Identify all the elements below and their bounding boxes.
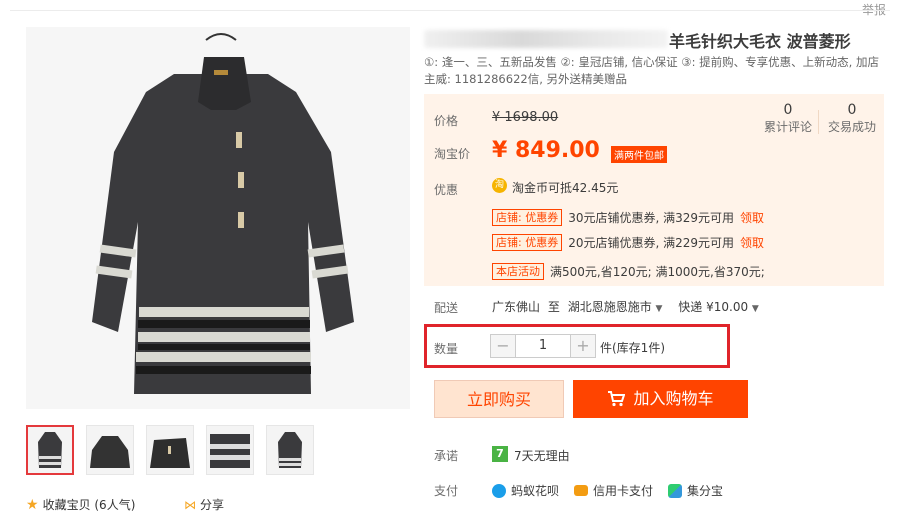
payment-method-label: 信用卡支付 (593, 484, 654, 498)
jifenbao-icon (668, 483, 682, 498)
store-event-row: 本店活动 满500元,省120元; 满1000元,省370元; (492, 263, 765, 280)
ship-to-select[interactable]: 湖北恩施恩施市 ▼ (568, 300, 663, 314)
sales-count[interactable]: 0 交易成功 (822, 102, 882, 135)
thumbnail-1[interactable] (26, 425, 74, 475)
coin-offset-text: 淘金币可抵42.45元 (512, 181, 619, 195)
favorite-button[interactable]: ★ 收藏宝贝 (6人气) (26, 496, 135, 513)
quantity-label: 数量 (434, 342, 459, 356)
share-button[interactable]: ⋈ 分享 (184, 496, 224, 513)
product-subtitle: ①: 逢一、三、五新品发售 ②: 皇冠店铺, 信心保证 ③: 提前购、专享优惠、… (424, 55, 879, 86)
main-product-image[interactable] (26, 27, 410, 409)
coupon-text: 20元店铺优惠券, 满229元可用 (568, 236, 735, 250)
credit-card-icon (574, 485, 588, 496)
coupon-text: 30元店铺优惠券, 满329元可用 (568, 211, 735, 225)
payment-method-label: 集分宝 (687, 484, 724, 498)
claim-coupon-link[interactable]: 领取 (740, 234, 764, 251)
favorite-label: 收藏宝贝 (6人气) (42, 498, 136, 512)
thumbnail-5[interactable] (266, 425, 314, 475)
caret-down-icon: ▼ (751, 304, 759, 314)
quantity-stepper: − 1 + (490, 334, 596, 358)
ship-from: 广东佛山 (492, 300, 541, 314)
review-count[interactable]: 0 累计评论 (758, 102, 818, 135)
add-to-cart-button[interactable]: 加入购物车 (573, 380, 748, 418)
review-count-value: 0 (783, 102, 793, 118)
shipping-badge: 满两件包邮 (611, 146, 667, 163)
coupon-row-1: 店铺: 优惠券 30元店铺优惠券, 满329元可用 领取 (492, 209, 764, 226)
huabei-icon (492, 483, 506, 498)
store-event-tag: 本店活动 (492, 263, 544, 280)
divider (10, 10, 890, 11)
thumbnail-2[interactable] (86, 425, 134, 475)
promise-label: 承诺 (434, 449, 459, 463)
share-icon: ⋈ (184, 497, 196, 512)
share-label: 分享 (200, 498, 225, 512)
store-event-text: 满500元,省120元; 满1000元,省370元; (550, 265, 765, 279)
caret-down-icon: ▼ (655, 304, 663, 314)
thumbnail-4[interactable] (206, 425, 254, 475)
ship-to-value: 湖北恩施恩施市 (567, 300, 652, 314)
decrease-button[interactable]: − (491, 335, 515, 357)
quantity-input[interactable]: 1 (515, 335, 571, 357)
payment-huabei[interactable]: 蚂蚁花呗 (492, 482, 559, 499)
increase-button[interactable]: + (571, 335, 595, 357)
sales-count-label: 交易成功 (827, 120, 876, 134)
payment-label: 支付 (434, 484, 459, 498)
coupon-tag: 店铺: 优惠券 (492, 234, 563, 251)
payment-jifenbao[interactable]: 集分宝 (668, 482, 723, 499)
delivery-row: 广东佛山 至 湖北恩施恩施市 ▼ 快递 ¥10.00 ▼ (492, 298, 759, 315)
promo-label: 优惠 (434, 183, 459, 197)
star-icon: ★ (26, 496, 39, 513)
coupon-tag: 店铺: 优惠券 (492, 209, 563, 226)
stat-divider (818, 110, 819, 134)
seven-day-return-link[interactable]: 7天无理由 (514, 447, 570, 464)
current-price: ¥ 849.00 (492, 138, 600, 163)
add-to-cart-label: 加入购物车 (633, 389, 714, 408)
claim-coupon-link[interactable]: 领取 (740, 209, 764, 226)
payment-credit-card[interactable]: 信用卡支付 (574, 482, 653, 499)
payment-method-label: 蚂蚁花呗 (511, 484, 560, 498)
product-title: 羊毛针织大毛衣 波普菱形 (669, 32, 851, 51)
title-blurred-part (424, 30, 668, 48)
coupon-row-2: 店铺: 优惠券 20元店铺优惠券, 满229元可用 领取 (492, 234, 764, 251)
thumbnail-3[interactable] (146, 425, 194, 475)
cart-icon (608, 391, 626, 407)
buy-now-button[interactable]: 立即购买 (434, 380, 564, 418)
ship-to-word: 至 (547, 300, 560, 314)
coat-image (92, 33, 354, 394)
taobao-price-label: 淘宝价 (434, 147, 471, 161)
taobao-coin-icon: 淘 (492, 178, 507, 193)
seven-day-icon: 7 (492, 446, 508, 462)
price-label: 价格 (434, 114, 459, 128)
shipping-method-value: 快递 ¥10.00 (678, 300, 749, 314)
stock-text: 件(库存1件) (600, 341, 665, 355)
sales-count-value: 0 (847, 102, 857, 118)
original-price: ¥ 1698.00 (492, 110, 559, 125)
shipping-method-select[interactable]: 快递 ¥10.00 ▼ (678, 300, 759, 314)
thumbnail-strip (26, 425, 314, 475)
review-count-label: 累计评论 (763, 120, 812, 134)
delivery-label: 配送 (434, 301, 459, 315)
